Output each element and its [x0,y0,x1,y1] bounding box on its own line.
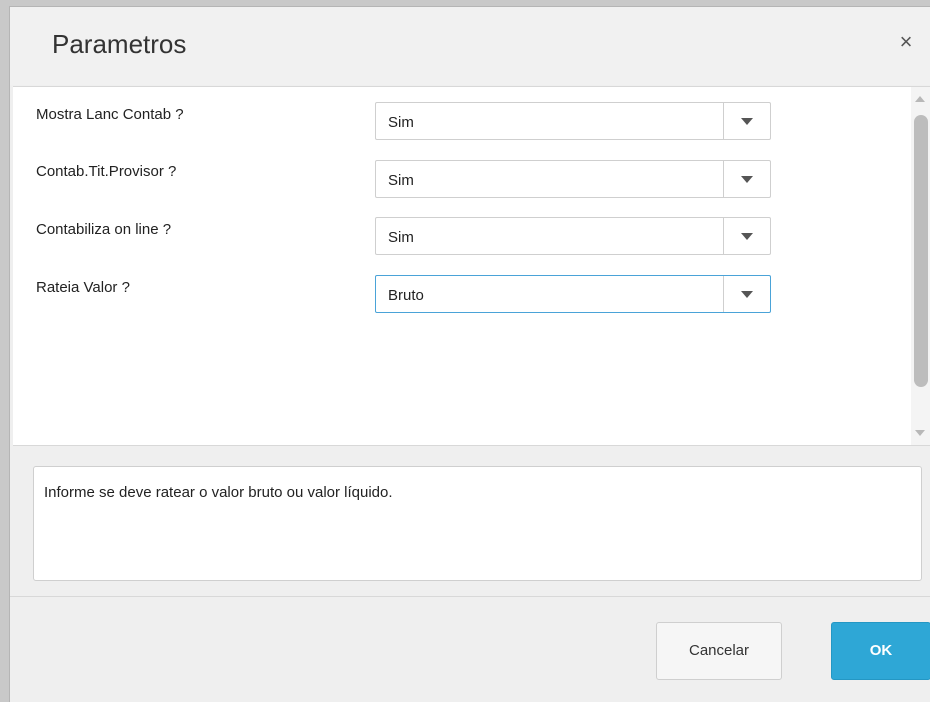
param-label-mostra-lanc-contab: Mostra Lanc Contab ? [36,106,184,123]
chevron-down-icon[interactable] [723,218,770,254]
ok-button[interactable]: OK [831,622,930,680]
select-value: Sim [388,114,414,131]
scrollbar-thumb[interactable] [914,115,928,387]
select-value: Sim [388,172,414,189]
vertical-scrollbar[interactable] [911,87,930,445]
dialog-title: Parametros [52,29,187,59]
param-select-contab-tit-provisor[interactable]: Sim [375,160,771,198]
scroll-up-icon[interactable] [915,96,925,102]
param-select-contabiliza-on-line[interactable]: Sim [375,217,771,255]
help-text-box: Informe se deve ratear o valor bruto ou … [33,466,922,581]
param-label-rateia-valor: Rateia Valor ? [36,279,130,296]
chevron-down-icon[interactable] [723,276,770,312]
select-value: Sim [388,229,414,246]
cancel-button[interactable]: Cancelar [656,622,782,680]
param-label-contab-tit-provisor: Contab.Tit.Provisor ? [36,163,177,180]
param-select-rateia-valor[interactable]: Bruto [375,275,771,313]
chevron-down-icon[interactable] [723,103,770,139]
dialog-titlebar: Parametros × [10,7,930,85]
param-label-contabiliza-on-line: Contabiliza on line ? [36,221,172,238]
select-value: Bruto [388,287,424,304]
parametros-dialog: Parametros × Mostra Lanc Contab ? Sim Co… [9,6,930,702]
close-icon[interactable]: × [894,29,918,55]
param-select-mostra-lanc-contab[interactable]: Sim [375,102,771,140]
parameters-panel: Mostra Lanc Contab ? Sim Contab.Tit.Prov… [13,86,930,446]
footer-divider [10,596,930,597]
chevron-down-icon[interactable] [723,161,770,197]
scroll-down-icon[interactable] [915,430,925,436]
help-text: Informe se deve ratear o valor bruto ou … [44,484,393,501]
